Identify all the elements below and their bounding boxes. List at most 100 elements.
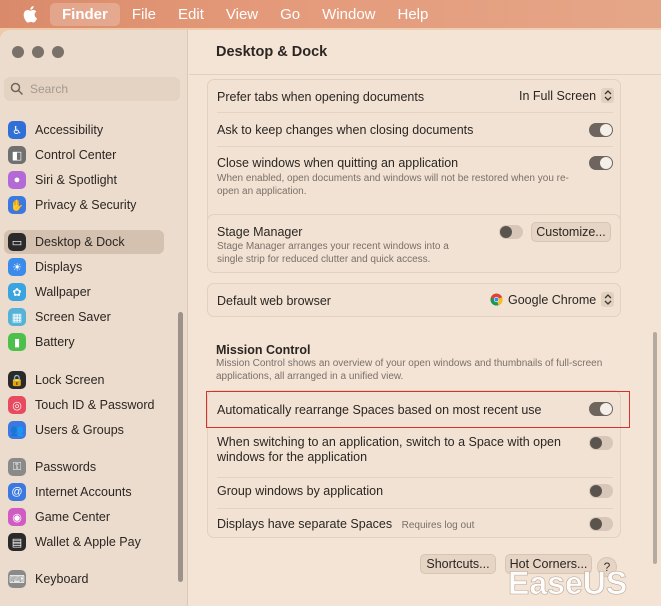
windows-settings-group: Prefer tabs when opening documents In Fu… [207, 79, 621, 229]
sidebar-item-label: Accessibility [35, 123, 104, 137]
mission-control-description: Mission Control shows an overview of you… [216, 358, 603, 382]
menu-bar: Finder File Edit View Go Window Help [0, 0, 661, 28]
desktop-dock-icon: ▭ [8, 233, 26, 251]
group-windows-toggle[interactable] [589, 484, 613, 498]
minimize-window-button[interactable] [32, 46, 44, 58]
sidebar-item-label: Keyboard [35, 572, 89, 586]
control-center-icon: ◧ [8, 146, 26, 164]
watermark-text: EaseUS [508, 565, 627, 601]
menu-window[interactable]: Window [322, 6, 375, 23]
sidebar-item-label: Wallpaper [35, 285, 91, 299]
at-icon: @ [8, 483, 26, 501]
sidebar-item-battery[interactable]: ▮ Battery [4, 330, 164, 354]
close-windows-toggle[interactable] [589, 156, 613, 170]
sidebar-item-label: Game Center [35, 510, 111, 524]
wallet-icon: ▤ [8, 533, 26, 551]
screen-saver-icon: ▦ [8, 308, 26, 326]
sidebar-item-users-groups[interactable]: 👥 Users & Groups [4, 418, 164, 442]
page-title: Desktop & Dock [216, 44, 328, 60]
menu-view[interactable]: View [226, 6, 258, 23]
main-scrollbar[interactable] [653, 332, 657, 564]
mission-control-heading: Mission Control [216, 343, 311, 357]
separate-spaces-label: Displays have separate Spaces Requires l… [217, 517, 474, 531]
default-browser-label: Default web browser [217, 294, 331, 308]
sidebar-item-siri-spotlight[interactable]: ● Siri & Spotlight [4, 168, 164, 192]
sidebar-item-lock-screen[interactable]: 🔒 Lock Screen [4, 368, 164, 392]
prefer-tabs-popup[interactable]: In Full Screen [519, 88, 615, 103]
easeus-watermark: EaseUS [506, 560, 658, 604]
sidebar-item-displays[interactable]: ☀ Displays [4, 255, 164, 279]
menu-edit[interactable]: Edit [178, 6, 204, 23]
row-divider [217, 477, 613, 478]
system-settings-window: ♿ Accessibility ◧ Control Center ● Siri & Spo… [0, 30, 661, 606]
customize-button[interactable]: Customize... [531, 222, 611, 242]
prefer-tabs-label: Prefer tabs when opening documents [217, 90, 425, 104]
header-divider [189, 74, 661, 75]
sidebar-item-label: Control Center [35, 148, 117, 162]
menu-go[interactable]: Go [280, 6, 300, 23]
zoom-window-button[interactable] [52, 46, 64, 58]
sidebar-item-label: Displays [35, 260, 83, 274]
sidebar-item-privacy-security[interactable]: ✋ Privacy & Security [4, 193, 164, 217]
sidebar-search[interactable] [4, 77, 180, 101]
easeus-logo-icon: EaseUS [508, 565, 628, 602]
prefer-tabs-value: In Full Screen [519, 88, 597, 103]
ask-keep-label: Ask to keep changes when closing documen… [217, 123, 474, 137]
sidebar-item-accessibility[interactable]: ♿ Accessibility [4, 118, 164, 142]
sidebar-item-label: Wallet & Apple Pay [35, 535, 141, 549]
default-browser-value: Google Chrome [508, 292, 597, 307]
lock-icon: 🔒 [8, 371, 26, 389]
chevron-updown-icon [601, 88, 615, 103]
sidebar-item-game-center[interactable]: ◉ Game Center [4, 505, 164, 529]
sidebar-item-control-center[interactable]: ◧ Control Center [4, 143, 164, 167]
sidebar: ♿ Accessibility ◧ Control Center ● Siri & Spo… [0, 30, 188, 606]
highlight-annotation [206, 391, 630, 428]
sidebar-item-label: Siri & Spotlight [35, 173, 117, 187]
sidebar-item-label: Battery [35, 335, 75, 349]
sidebar-item-wallpaper[interactable]: ✿ Wallpaper [4, 280, 164, 304]
separate-spaces-toggle[interactable] [589, 517, 613, 531]
sidebar-item-keyboard[interactable]: ⌨ Keyboard [4, 567, 164, 591]
search-input[interactable] [30, 82, 170, 96]
sidebar-item-label: Privacy & Security [35, 198, 137, 212]
apple-logo-icon[interactable] [22, 5, 40, 23]
row-divider [217, 508, 613, 509]
close-windows-description: When enabled, open documents and windows… [217, 173, 569, 197]
sidebar-scrollbar[interactable] [178, 312, 183, 582]
window-controls [12, 46, 72, 58]
default-browser-popup[interactable]: Google Chrome [490, 292, 615, 307]
close-windows-label: Close windows when quitting an applicati… [217, 156, 459, 170]
displays-icon: ☀ [8, 258, 26, 276]
sidebar-item-label: Screen Saver [35, 310, 111, 324]
sidebar-item-label: Internet Accounts [35, 485, 132, 499]
chrome-icon [490, 293, 503, 306]
keyboard-icon: ⌨ [8, 570, 26, 588]
key-icon: ⚿ [8, 458, 26, 476]
sidebar-item-touch-id-password[interactable]: ◎ Touch ID & Password [4, 393, 164, 417]
main-pane: Desktop & Dock Prefer tabs when opening … [189, 30, 661, 606]
row-divider [217, 146, 613, 147]
separate-spaces-text: Displays have separate Spaces [217, 517, 393, 531]
menu-file[interactable]: File [132, 6, 156, 23]
wallpaper-icon: ✿ [8, 283, 26, 301]
switch-space-label: When switching to an application, switch… [217, 435, 561, 464]
sidebar-item-internet-accounts[interactable]: @ Internet Accounts [4, 480, 164, 504]
stage-manager-label: Stage Manager [217, 225, 303, 239]
sidebar-item-label: Passwords [35, 460, 97, 474]
switch-space-toggle[interactable] [589, 436, 613, 450]
shortcuts-button[interactable]: Shortcuts... [420, 554, 496, 574]
search-icon [10, 82, 24, 96]
ask-keep-toggle[interactable] [589, 123, 613, 137]
row-divider [217, 112, 613, 113]
sidebar-item-desktop-dock[interactable]: ▭ Desktop & Dock [4, 230, 164, 254]
menu-help[interactable]: Help [398, 6, 429, 23]
sidebar-item-passwords[interactable]: ⚿ Passwords [4, 455, 164, 479]
sidebar-item-screen-saver[interactable]: ▦ Screen Saver [4, 305, 164, 329]
sidebar-item-wallet-apple-pay[interactable]: ▤ Wallet & Apple Pay [4, 530, 164, 554]
menu-finder[interactable]: Finder [50, 2, 120, 26]
close-window-button[interactable] [12, 46, 24, 58]
accessibility-icon: ♿ [8, 121, 26, 139]
stage-manager-toggle[interactable] [499, 225, 523, 239]
default-browser-group: Default web browser Google Chrome [207, 283, 621, 317]
chevron-updown-icon [601, 292, 615, 307]
